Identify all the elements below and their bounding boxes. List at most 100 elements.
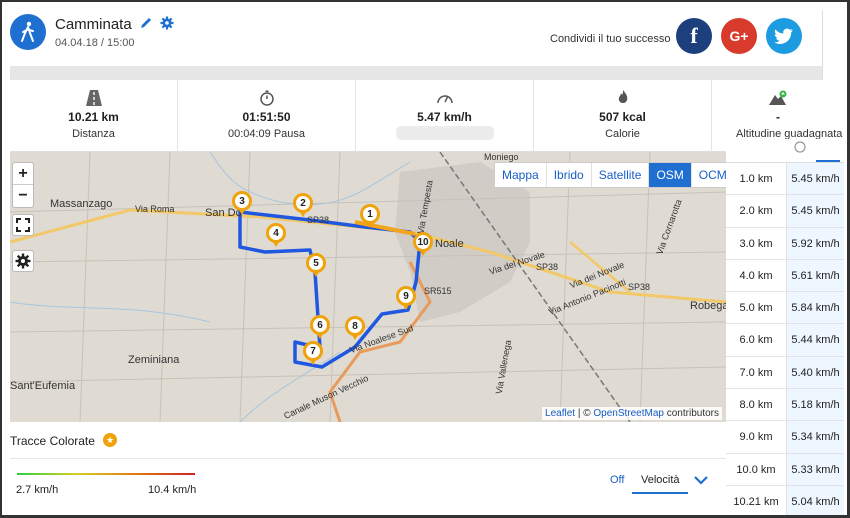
stat-value: 10.21 km xyxy=(68,110,119,124)
split-speed: 5.34 km/h xyxy=(786,421,844,453)
stopwatch-icon xyxy=(794,141,806,153)
split-km: 2.0 km xyxy=(739,205,773,218)
layer-tab-ibrido[interactable]: Ibrido xyxy=(546,163,592,187)
split-km: 6.0 km xyxy=(739,334,773,347)
map-layer-tabs: Mappa Ibrido Satellite OSM OCM xyxy=(494,162,726,188)
split-row: 4.0 km 5.61 km/h xyxy=(726,259,844,293)
activity-date: 04.04.18 / 15:00 xyxy=(55,37,135,49)
twitter-share-button[interactable] xyxy=(766,18,802,54)
place-label: Noale xyxy=(435,238,464,250)
off-button[interactable]: Off xyxy=(610,474,624,486)
activity-title: Camminata xyxy=(55,16,132,33)
stat-calories: 507 kcal Calorie xyxy=(534,80,712,152)
metric-select[interactable]: Velocità xyxy=(632,472,688,494)
pencil-icon[interactable] xyxy=(139,16,153,30)
activity-header: Camminata 04.04.18 / 15:00 Condividi il … xyxy=(10,10,822,66)
place-label: SP38 xyxy=(307,215,330,225)
osm-link[interactable]: OpenStreetMap xyxy=(593,408,664,419)
split-row: 10.0 km 5.33 km/h xyxy=(726,453,844,486)
attribution-separator: | © xyxy=(575,408,594,419)
stat-value: - xyxy=(776,110,780,124)
facebook-share-button[interactable]: f xyxy=(676,18,712,54)
route-marker[interactable]: 4 xyxy=(266,223,286,247)
place-label: Via Roma xyxy=(135,204,175,214)
split-km: 5.0 km xyxy=(739,302,773,315)
gear-icon[interactable] xyxy=(160,16,174,30)
header-divider xyxy=(10,66,822,80)
layer-tab-ocm[interactable]: OCM xyxy=(691,163,726,187)
fullscreen-button[interactable] xyxy=(12,214,34,236)
star-icon: ★ xyxy=(103,433,117,447)
stat-value: 5.47 km/h xyxy=(417,110,472,124)
stat-value: 507 kcal xyxy=(599,110,646,124)
google-plus-share-button[interactable]: G+ xyxy=(721,18,757,54)
split-row: 5.0 km 5.84 km/h xyxy=(726,292,844,325)
split-row: 8.0 km 5.18 km/h xyxy=(726,389,844,422)
route-marker[interactable]: 6 xyxy=(310,315,330,339)
map-settings-button[interactable] xyxy=(12,250,34,272)
split-km: 10.0 km xyxy=(736,463,776,476)
legend-max: 10.4 km/h xyxy=(148,484,197,496)
route-marker[interactable]: 10 xyxy=(413,232,433,256)
stat-value: 01:51:50 xyxy=(242,110,291,124)
panel-divider xyxy=(10,458,726,459)
place-label: SR515 xyxy=(424,286,452,296)
walking-icon xyxy=(10,14,46,50)
sort-indicator xyxy=(816,160,840,162)
route-marker[interactable]: 5 xyxy=(306,253,326,277)
map-attribution: Leaflet | © OpenStreetMap contributors xyxy=(542,407,722,420)
split-speed: 5.45 km/h xyxy=(786,163,844,195)
layer-tab-osm[interactable]: OSM xyxy=(649,163,692,187)
route-map[interactable]: Moniego Massanzago San Do Via Roma SP38 … xyxy=(10,152,726,422)
chevron-down-icon[interactable] xyxy=(694,475,708,485)
zoom-out-button[interactable]: − xyxy=(13,185,33,207)
route-marker[interactable]: 9 xyxy=(396,286,416,310)
split-speed: 5.44 km/h xyxy=(786,324,844,356)
flame-icon xyxy=(618,90,627,103)
place-label: SP38 xyxy=(536,262,559,272)
share-label: Condividi il tuo successo xyxy=(550,33,671,45)
stopwatch-icon xyxy=(259,90,274,106)
stat-speed: 5.47 km/h xyxy=(356,80,534,152)
route-marker[interactable]: 3 xyxy=(232,191,252,215)
place-label: Sant'Eufemia xyxy=(10,380,76,392)
fullscreen-icon xyxy=(16,218,30,232)
stats-row: 10.21 km Distanza 01:51:50 00:04:09 Paus… xyxy=(10,80,844,152)
route-marker[interactable]: 8 xyxy=(345,316,365,340)
stat-distance: 10.21 km Distanza xyxy=(10,80,178,152)
colored-tracks-panel: Tracce Colorate ★ 2.7 km/h 10.4 km/h Off… xyxy=(10,422,726,515)
zoom-in-button[interactable]: + xyxy=(13,163,33,185)
layer-tab-mappa[interactable]: Mappa xyxy=(495,163,547,187)
split-km: 1.0 km xyxy=(739,173,773,185)
stat-label: 00:04:09 Pausa xyxy=(227,128,306,140)
route-marker[interactable]: 7 xyxy=(303,341,323,365)
split-speed: 5.92 km/h xyxy=(786,227,844,259)
split-speed: 5.18 km/h xyxy=(786,389,844,421)
app-window: Camminata 04.04.18 / 15:00 Condividi il … xyxy=(0,0,850,518)
split-km: 3.0 km xyxy=(739,237,773,250)
split-row: 3.0 km 5.92 km/h xyxy=(726,227,844,260)
split-speed: 5.40 km/h xyxy=(786,356,844,389)
route-marker[interactable]: 2 xyxy=(293,193,313,217)
stat-label: Distanza xyxy=(72,128,115,140)
header-edge xyxy=(822,10,844,80)
leaflet-link[interactable]: Leaflet xyxy=(545,408,575,419)
speed-gradient-legend xyxy=(17,473,195,475)
stat-duration: 01:51:50 00:04:09 Pausa xyxy=(178,80,356,152)
zoom-control: + − xyxy=(12,162,34,208)
mountain-icon xyxy=(769,90,787,105)
attribution-tail: contributors xyxy=(663,408,719,419)
stat-label: Calorie xyxy=(605,128,640,140)
split-speed: 5.04 km/h xyxy=(786,485,844,515)
place-label: Moniego xyxy=(484,152,519,162)
place-label: Massanzago xyxy=(50,198,113,210)
twitter-bird-icon xyxy=(774,28,793,44)
speedometer-icon xyxy=(436,95,453,104)
split-row: 1.0 km 5.45 km/h xyxy=(726,163,844,196)
split-km: 8.0 km xyxy=(739,399,773,412)
layer-tab-satellite[interactable]: Satellite xyxy=(591,163,650,187)
split-row: 10.21 km 5.04 km/h xyxy=(726,485,844,515)
place-label: Robega xyxy=(690,300,726,312)
route-marker[interactable]: 1 xyxy=(360,204,380,228)
gear-icon xyxy=(15,253,31,269)
